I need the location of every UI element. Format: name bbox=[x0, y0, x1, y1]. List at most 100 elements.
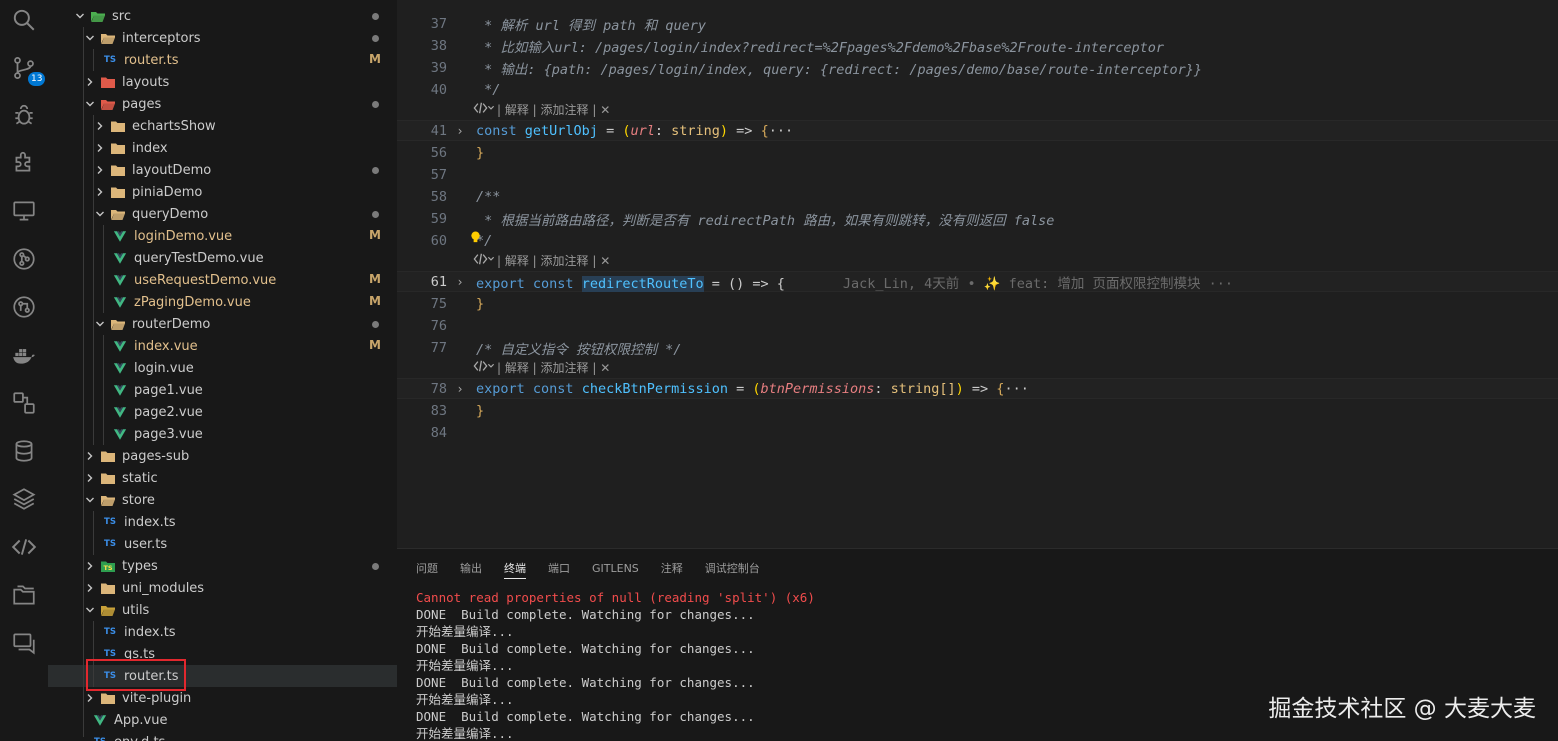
code-line[interactable]: 83} bbox=[397, 400, 1558, 421]
chevron-down-icon[interactable] bbox=[84, 32, 96, 44]
explorer-item[interactable]: uni_modules bbox=[48, 577, 397, 599]
explorer-item[interactable]: TS index.ts bbox=[48, 511, 397, 533]
code-line[interactable]: 76 bbox=[397, 315, 1558, 336]
code-line[interactable]: 84 bbox=[397, 422, 1558, 443]
explorer-item[interactable]: layoutDemo bbox=[48, 159, 397, 181]
explorer-item[interactable]: pages bbox=[48, 93, 397, 115]
explorer-item[interactable]: interceptors bbox=[48, 27, 397, 49]
code-editor[interactable]: 37 * 解析 url 得到 path 和 query 38 * 比如输入url:… bbox=[397, 0, 1558, 548]
lightbulb-icon[interactable] bbox=[469, 230, 482, 249]
code-action-icon[interactable] bbox=[471, 101, 497, 118]
explorer-item[interactable]: page3.vue bbox=[48, 423, 397, 445]
code-line[interactable]: 57 bbox=[397, 164, 1558, 185]
fold-chevron-icon[interactable]: › bbox=[453, 382, 467, 396]
explorer-item[interactable]: index.vue M bbox=[48, 335, 397, 357]
code-line[interactable]: 37 * 解析 url 得到 path 和 query bbox=[397, 13, 1558, 34]
chevron-down-icon[interactable] bbox=[84, 98, 96, 110]
explorer-item[interactable]: page2.vue bbox=[48, 401, 397, 423]
code-line[interactable]: 39 * 输出: {path: /pages/login/index, quer… bbox=[397, 57, 1558, 78]
panel-tab[interactable]: 端口 bbox=[548, 561, 570, 579]
explorer-item[interactable]: useRequestDemo.vue M bbox=[48, 269, 397, 291]
database-icon[interactable] bbox=[10, 437, 38, 465]
explorer-item[interactable]: piniaDemo bbox=[48, 181, 397, 203]
chevron-right-icon[interactable] bbox=[84, 582, 96, 594]
explorer-item[interactable]: queryTestDemo.vue bbox=[48, 247, 397, 269]
codelens-actions[interactable]: | 解释 | 添加注释 | ✕ bbox=[471, 100, 610, 118]
chevron-right-icon[interactable] bbox=[94, 186, 106, 198]
code-line[interactable]: 58 /** bbox=[397, 186, 1558, 207]
code-line[interactable]: 38 * 比如输入url: /pages/login/index?redirec… bbox=[397, 35, 1558, 56]
code-action-icon[interactable] bbox=[471, 252, 497, 269]
panel-tab[interactable]: GITLENS bbox=[592, 561, 639, 579]
explorer-item[interactable]: App.vue bbox=[48, 709, 397, 731]
explorer-item[interactable]: pages-sub bbox=[48, 445, 397, 467]
panel-tab[interactable]: 输出 bbox=[460, 561, 482, 579]
chevron-down-icon[interactable] bbox=[84, 604, 96, 616]
chevron-right-icon[interactable] bbox=[84, 472, 96, 484]
gitlens-icon[interactable] bbox=[10, 245, 38, 273]
chevron-right-icon[interactable] bbox=[94, 142, 106, 154]
chevron-right-icon[interactable] bbox=[84, 560, 96, 572]
panel-tab[interactable]: 注释 bbox=[661, 561, 683, 579]
code-icon[interactable] bbox=[10, 533, 38, 561]
explorer-item[interactable]: utils bbox=[48, 599, 397, 621]
chevron-right-icon[interactable] bbox=[94, 120, 106, 132]
explorer-item[interactable]: static bbox=[48, 467, 397, 489]
docker-icon[interactable] bbox=[10, 341, 38, 369]
codelens-actions[interactable]: | 解释 | 添加注释 | ✕ bbox=[471, 251, 610, 269]
code-line[interactable]: 40 */ bbox=[397, 79, 1558, 100]
explorer-item[interactable]: loginDemo.vue M bbox=[48, 225, 397, 247]
explorer-item[interactable]: TS user.ts bbox=[48, 533, 397, 555]
code-line[interactable]: 77 /* 自定义指令 按钮权限控制 */ bbox=[397, 337, 1558, 358]
explorer-item[interactable]: queryDemo bbox=[48, 203, 397, 225]
codelens-actions[interactable]: | 解释 | 添加注释 | ✕ bbox=[471, 358, 610, 376]
code-line[interactable]: 61 › export const redirectRouteTo = () => … bbox=[397, 271, 1558, 292]
explorer-item[interactable]: page1.vue bbox=[48, 379, 397, 401]
git-graph-icon[interactable] bbox=[10, 293, 38, 321]
explorer-item[interactable]: src bbox=[48, 5, 397, 27]
fold-chevron-icon[interactable]: › bbox=[453, 124, 467, 138]
code-line[interactable]: 60 */ bbox=[397, 230, 1558, 251]
chevron-down-icon[interactable] bbox=[94, 318, 106, 330]
chevron-down-icon[interactable] bbox=[84, 494, 96, 506]
extensions-icon[interactable] bbox=[10, 148, 38, 176]
explorer-item[interactable]: login.vue bbox=[48, 357, 397, 379]
terminal-output[interactable]: Cannot read properties of null (reading … bbox=[416, 589, 815, 741]
panel-tab[interactable]: 问题 bbox=[416, 561, 438, 579]
codelens-label[interactable]: | 解释 | 添加注释 | ✕ bbox=[497, 359, 610, 376]
fold-chevron-icon[interactable]: › bbox=[453, 275, 467, 289]
code-line[interactable]: 78 › export const checkBtnPermission = (bt… bbox=[397, 378, 1558, 399]
explorer-item[interactable]: TS env.d.ts bbox=[48, 731, 397, 741]
explorer-item[interactable]: index bbox=[48, 137, 397, 159]
explorer-item[interactable]: layouts bbox=[48, 71, 397, 93]
explorer-item[interactable]: TS types bbox=[48, 555, 397, 577]
chevron-right-icon[interactable] bbox=[84, 692, 96, 704]
explorer-item[interactable]: TS index.ts bbox=[48, 621, 397, 643]
modules-icon[interactable] bbox=[10, 389, 38, 417]
codelens-label[interactable]: | 解释 | 添加注释 | ✕ bbox=[497, 252, 610, 269]
explorer-item[interactable]: zPagingDemo.vue M bbox=[48, 291, 397, 313]
explorer-item[interactable]: routerDemo bbox=[48, 313, 397, 335]
code-line[interactable]: 75} bbox=[397, 293, 1558, 314]
codelens-label[interactable]: | 解释 | 添加注释 | ✕ bbox=[497, 101, 610, 118]
chevron-right-icon[interactable] bbox=[84, 450, 96, 462]
explorer-item[interactable]: store bbox=[48, 489, 397, 511]
chat-icon[interactable] bbox=[10, 629, 38, 657]
debug-icon[interactable] bbox=[10, 101, 38, 129]
code-action-icon[interactable] bbox=[471, 359, 497, 376]
remote-explorer-icon[interactable] bbox=[10, 197, 38, 225]
explorer-item[interactable]: TS router.ts M bbox=[48, 49, 397, 71]
search-icon[interactable] bbox=[10, 6, 38, 34]
chevron-right-icon[interactable] bbox=[84, 76, 96, 88]
code-line[interactable]: 41 › const getUrlObj = (url: string) => {·… bbox=[397, 120, 1558, 141]
panel-tab[interactable]: 终端 bbox=[504, 561, 526, 579]
code-line[interactable]: 59 * 根据当前路由路径，判断是否有 redirectPath 路由，如果有则… bbox=[397, 208, 1558, 229]
chevron-down-icon[interactable] bbox=[74, 10, 86, 22]
folders-icon[interactable] bbox=[10, 581, 38, 609]
panel-tab[interactable]: 调试控制台 bbox=[705, 561, 760, 579]
layers-icon[interactable] bbox=[10, 485, 38, 513]
chevron-down-icon[interactable] bbox=[94, 208, 106, 220]
code-line[interactable]: 56} bbox=[397, 142, 1558, 163]
source-control-icon[interactable]: 13 bbox=[10, 54, 46, 86]
explorer-item[interactable]: echartsShow bbox=[48, 115, 397, 137]
